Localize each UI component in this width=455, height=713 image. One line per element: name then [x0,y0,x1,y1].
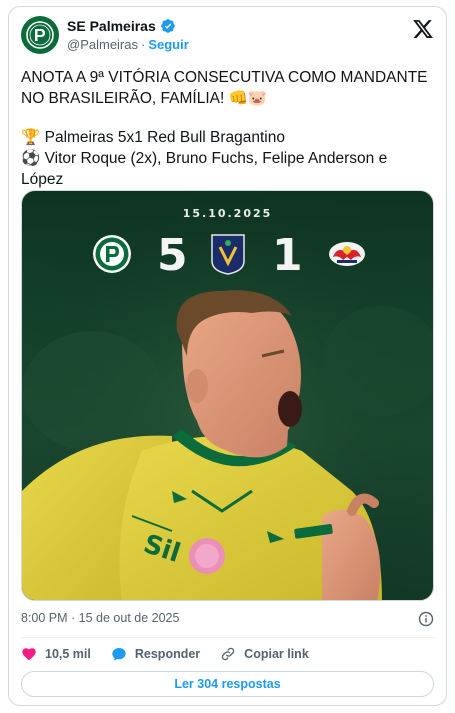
tweet-timestamp[interactable]: 8:00 PM · 15 de out de 2025 [21,611,179,625]
info-icon[interactable] [418,611,434,627]
palmeiras-crest-icon [91,233,133,275]
tweet-line: López [21,171,64,188]
heart-icon [21,646,37,662]
link-icon [220,646,236,662]
likes-count: 10,5 mil [45,647,91,661]
reply-bubble-icon [111,646,127,662]
tweet-line: ANOTA A 9ª VITÓRIA CONSECUTIVA COMO MAND… [21,69,428,86]
tweet-card: SE Palmeiras @Palmeiras · Seguir ANOTA A… [8,6,447,706]
tweet-line: NO BRASILEIRÃO, FAMÍLIA! 👊🐷 [21,90,268,107]
copy-link-label: Copiar link [244,647,309,661]
tweet-media-image[interactable]: Sil 15.10.2025 5 1 [21,190,434,601]
x-logo-icon[interactable] [412,18,434,40]
brasileirao-logo-icon [210,233,246,275]
like-button[interactable]: 10,5 mil [21,646,91,662]
copy-link-button[interactable]: Copiar link [220,646,309,662]
handle[interactable]: @Palmeiras [67,37,138,52]
handle-separator: · [141,37,146,52]
tweet-line: 🏆 Palmeiras 5x1 Red Bull Bragantino [21,129,285,146]
tweet-header: SE Palmeiras @Palmeiras · Seguir [21,16,436,56]
home-score: 5 [157,230,188,281]
reply-label: Responder [134,647,201,661]
account-names: SE Palmeiras @Palmeiras · Seguir [67,18,189,52]
tweet-text: ANOTA A 9ª VITÓRIA CONSECUTIVA COMO MAND… [21,67,436,190]
reply-button[interactable]: Responder [111,646,200,662]
read-replies-button[interactable]: Ler 304 respostas [21,671,434,697]
tweet-meta: 8:00 PM · 15 de out de 2025 [21,611,436,629]
display-name[interactable]: SE Palmeiras [67,18,156,34]
away-score: 1 [272,230,303,281]
palmeiras-crest-icon [26,21,54,49]
divider [21,637,436,638]
match-date: 15.10.2025 [182,207,273,220]
red-bull-bragantino-crest-icon [327,233,367,275]
tweet-line: ⚽ Vitor Roque (2x), Bruno Fuchs, Felipe … [21,150,388,167]
avatar[interactable] [21,16,59,54]
tweet-actions: 10,5 mil Responder Copiar link [21,643,436,665]
follow-button[interactable]: Seguir [148,37,188,52]
verified-badge-icon [160,18,176,34]
scoreboard: 5 1 [22,231,433,281]
